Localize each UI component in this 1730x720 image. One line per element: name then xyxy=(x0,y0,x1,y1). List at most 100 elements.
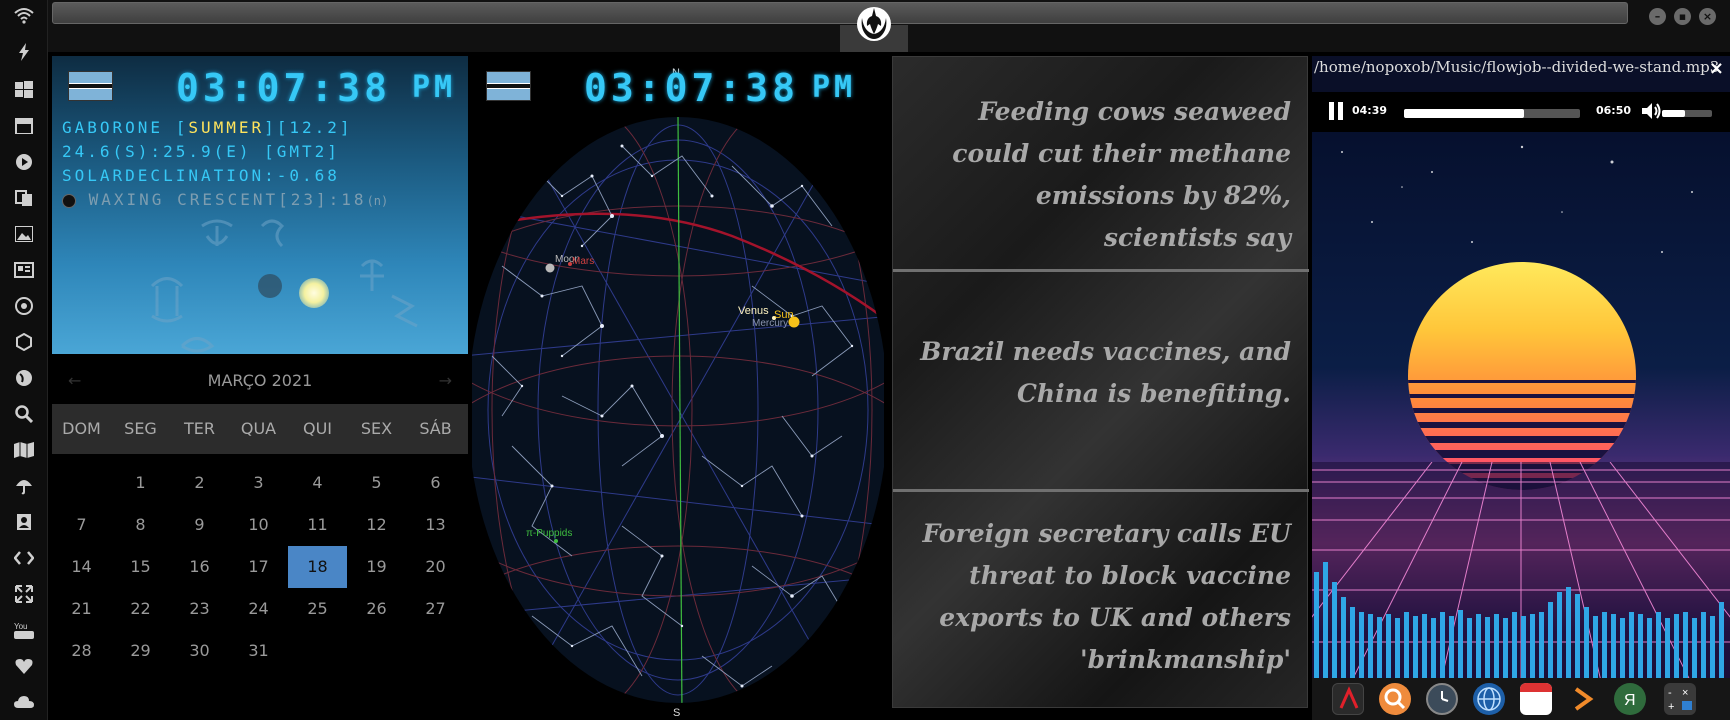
browser-globe-icon[interactable] xyxy=(1473,683,1505,715)
calendar-day[interactable]: 16 xyxy=(170,546,229,588)
album-art xyxy=(1312,132,1730,720)
clock-time: 03:07:38 xyxy=(584,66,800,110)
search-icon[interactable] xyxy=(14,404,34,424)
calendar-day[interactable]: 23 xyxy=(170,588,229,630)
calendar-widget: ← MARÇO 2021 → DOM SEG TER QUA QUI SEX S… xyxy=(52,358,468,720)
star-chart[interactable]: Moon Mars Venus Sun Mercury π-Puppids N … xyxy=(472,56,884,720)
globe-icon[interactable] xyxy=(14,368,34,388)
calendar-day[interactable]: 17 xyxy=(229,546,288,588)
image-icon[interactable] xyxy=(14,224,34,244)
umbrella-icon[interactable] xyxy=(14,476,34,496)
calendar-next-button[interactable]: → xyxy=(439,358,452,404)
calendar-day[interactable]: 21 xyxy=(52,588,111,630)
venus-label: Venus xyxy=(738,305,769,317)
weekday-label: DOM xyxy=(62,419,101,438)
play-icon[interactable] xyxy=(14,152,34,172)
calendar-day[interactable]: 30 xyxy=(170,630,229,672)
search-app-icon[interactable] xyxy=(1379,683,1411,715)
svg-text:×: × xyxy=(1682,687,1688,699)
close-window-button[interactable]: × xyxy=(1699,8,1716,25)
calendar-day[interactable]: 26 xyxy=(347,588,406,630)
calendar-day[interactable]: 11 xyxy=(288,504,347,546)
code-icon[interactable] xyxy=(14,548,34,568)
calendar-day[interactable]: 4 xyxy=(288,462,347,504)
moon-marker[interactable] xyxy=(545,263,555,273)
calendar-day[interactable]: 19 xyxy=(347,546,406,588)
app-dock: Я - × + xyxy=(1312,678,1730,720)
calendar-day[interactable]: 27 xyxy=(406,588,465,630)
wifi-icon[interactable] xyxy=(14,6,34,26)
clock-ampm: PM xyxy=(412,70,457,105)
calendar-day[interactable]: 31 xyxy=(229,630,288,672)
calendar-day[interactable]: 10 xyxy=(229,504,288,546)
archive-icon[interactable] xyxy=(14,116,34,136)
news-headline[interactable]: Foreign secretary calls EU threat to blo… xyxy=(903,513,1291,681)
news-headline[interactable]: Brazil needs vaccines, and China is bene… xyxy=(903,331,1291,415)
calendar-day[interactable]: 12 xyxy=(347,504,406,546)
heart-icon[interactable] xyxy=(14,656,34,676)
calendar-day[interactable]: 8 xyxy=(111,504,170,546)
volume-fill xyxy=(1662,110,1685,117)
top-bar: – ▪ × xyxy=(48,0,1730,52)
adobe-reader-icon[interactable] xyxy=(1332,683,1364,715)
calendar-day[interactable]: 25 xyxy=(288,588,347,630)
weekday-label: QUI xyxy=(302,419,333,438)
location-line: GABORONE [SUMMER][12.2] xyxy=(62,118,353,137)
weekday-label: QUA xyxy=(240,419,277,438)
meteor-shower-marker[interactable] xyxy=(554,539,558,543)
clock-app-icon[interactable] xyxy=(1426,683,1458,715)
pause-icon[interactable] xyxy=(1328,102,1344,120)
map-icon[interactable] xyxy=(14,440,34,460)
yandex-icon[interactable]: Я xyxy=(1614,683,1646,715)
calendar-day[interactable]: 3 xyxy=(229,462,288,504)
progress-bar[interactable] xyxy=(1404,109,1580,118)
expand-icon[interactable] xyxy=(14,584,34,604)
calendar-app-icon[interactable] xyxy=(1520,683,1552,715)
calendar-day[interactable]: 14 xyxy=(52,546,111,588)
terminal-arrow-icon[interactable] xyxy=(1567,683,1599,715)
calendar-day[interactable]: 13 xyxy=(406,504,465,546)
calendar-day[interactable]: 7 xyxy=(52,504,111,546)
mercury-label: Mercury xyxy=(752,318,788,329)
botswana-flag xyxy=(68,71,113,101)
lightning-icon[interactable] xyxy=(14,42,34,62)
calendar-day[interactable]: 28 xyxy=(52,630,111,672)
clock-ampm: PM xyxy=(812,70,857,105)
calendar-day-today[interactable]: 18 xyxy=(288,546,347,588)
calendar-day[interactable]: 1 xyxy=(111,462,170,504)
maximize-button[interactable]: ▪ xyxy=(1674,8,1691,25)
news-widget: Feeding cows seaweed could cut their met… xyxy=(892,56,1309,708)
calendar-day[interactable]: 29 xyxy=(111,630,170,672)
player-close-button[interactable]: × xyxy=(1709,58,1724,79)
volume-bar[interactable] xyxy=(1662,110,1712,117)
calculator-icon[interactable]: - × + xyxy=(1664,683,1696,715)
player-controls: 04:39 06:50 xyxy=(1312,92,1730,132)
calendar-weekday-header: DOM SEG TER QUA QUI SEX SÁB xyxy=(52,404,468,454)
news-icon[interactable] xyxy=(14,260,34,280)
cloud-icon[interactable] xyxy=(14,692,34,712)
calendar-day[interactable]: 22 xyxy=(111,588,170,630)
windows-icon[interactable] xyxy=(14,80,34,100)
translate-icon[interactable] xyxy=(14,188,34,208)
retro-sun xyxy=(1408,262,1636,490)
minimize-button[interactable]: – xyxy=(1649,8,1666,25)
calendar-day[interactable]: 2 xyxy=(170,462,229,504)
weekday-label: SEG xyxy=(124,419,157,438)
settings-icon[interactable] xyxy=(14,296,34,316)
calendar-day[interactable]: 20 xyxy=(406,546,465,588)
hexagon-icon[interactable] xyxy=(14,332,34,352)
volume-icon[interactable] xyxy=(1642,102,1662,120)
calendar-day[interactable]: 6 xyxy=(406,462,465,504)
rebel-alliance-logo-icon xyxy=(857,7,891,41)
season-label: SUMMER xyxy=(188,118,265,137)
news-headline[interactable]: Feeding cows seaweed could cut their met… xyxy=(903,91,1291,259)
calendar-day[interactable]: 5 xyxy=(347,462,406,504)
calendar-day[interactable]: 9 xyxy=(170,504,229,546)
calendar-day[interactable]: 15 xyxy=(111,546,170,588)
svg-text:You: You xyxy=(14,622,28,631)
title-field[interactable] xyxy=(52,2,1628,24)
calendar-day[interactable]: 24 xyxy=(229,588,288,630)
svg-text:+: + xyxy=(1668,701,1674,713)
youtube-icon[interactable]: You xyxy=(14,620,34,640)
contact-icon[interactable] xyxy=(14,512,34,532)
